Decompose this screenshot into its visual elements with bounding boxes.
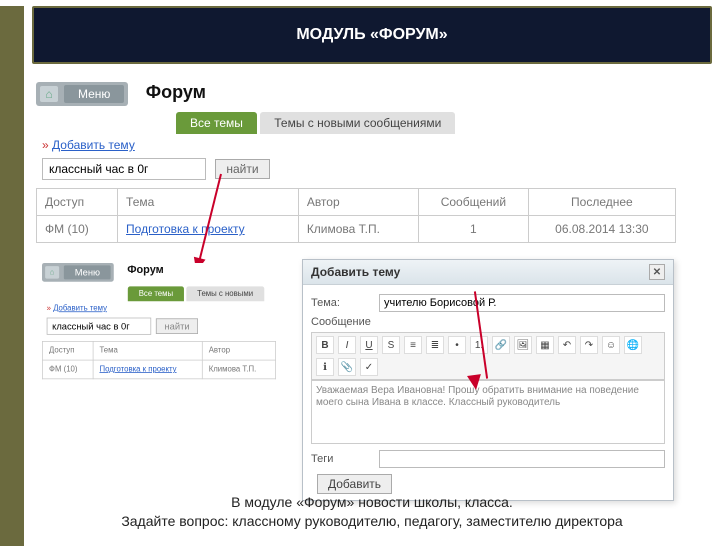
tab-all-topics[interactable]: Все темы (176, 112, 257, 134)
col-last: Последнее (528, 189, 675, 216)
page-title: Форум (146, 82, 206, 103)
tab-all-topics[interactable]: Все темы (128, 286, 184, 301)
col-access: Доступ (42, 341, 92, 360)
tags-field[interactable] (379, 450, 665, 468)
menu-label: Меню (64, 85, 124, 103)
add-topic-link[interactable]: Добавить тему (53, 304, 107, 313)
redo-icon[interactable]: ↷ (580, 336, 598, 354)
image-icon[interactable]: 🖼 (514, 336, 532, 354)
cell-last: 06.08.2014 13:30 (528, 216, 675, 243)
tags-field-label: Теги (311, 453, 373, 465)
annotation-arrowhead-icon (467, 374, 483, 391)
emoji-icon[interactable]: ☺ (602, 336, 620, 354)
add-topic-prefix: » (47, 304, 51, 313)
tab-new-messages[interactable]: Темы с новыми (186, 286, 264, 301)
help-icon[interactable]: ℹ (316, 358, 334, 376)
topics-table: Доступ Тема Автор Сообщений Последнее ФМ… (36, 188, 676, 243)
close-button[interactable]: ✕ (649, 264, 665, 280)
slide-header: МОДУЛЬ «ФОРУМ» (32, 6, 712, 64)
table-icon[interactable]: ▦ (536, 336, 554, 354)
bold-icon[interactable]: B (316, 336, 334, 354)
menu-button[interactable]: ⌂ Меню (36, 82, 128, 106)
message-editor[interactable]: Уважаемая Вера Ивановна! Прошу обратить … (311, 380, 665, 444)
strike-icon[interactable]: S (382, 336, 400, 354)
italic-icon[interactable]: I (338, 336, 356, 354)
col-author: Автор (298, 189, 418, 216)
cell-topic-link[interactable]: Подготовка к проекту (99, 365, 176, 374)
search-input[interactable] (47, 318, 152, 335)
attach-icon[interactable]: 📎 (338, 358, 356, 376)
table-header-row: Доступ Тема Автор Сообщений Последнее (37, 189, 676, 216)
topic-field-label: Тема: (311, 297, 373, 309)
add-topic-row: » Добавить тему (42, 138, 708, 152)
caption-line-2: Задайте вопрос: классному руководителю, … (24, 512, 720, 532)
cell-author: Климова Т.П. (298, 216, 418, 243)
numbered-list-icon[interactable]: 1. (470, 336, 488, 354)
topic-field[interactable] (379, 294, 665, 312)
cell-messages: 1 (419, 216, 529, 243)
underline-icon[interactable]: U (360, 336, 378, 354)
search-button[interactable]: найти (156, 318, 198, 334)
menu-button-small[interactable]: ⌂ Меню (42, 263, 114, 282)
editor-toolbar: B I U S ≡ ≣ • 1. 🔗 🖼 ▦ ↶ ↷ ☺ 🌐 ℹ 📎 (311, 332, 665, 380)
add-topic-link[interactable]: Добавить тему (52, 138, 135, 152)
message-field-label: Сообщение (311, 316, 665, 328)
add-topic-dialog: Добавить тему ✕ Тема: Сообщение B I U S … (302, 259, 674, 501)
home-icon: ⌂ (45, 266, 59, 278)
table-row[interactable]: ФМ (10) Подготовка к проекту Климова Т.П… (37, 216, 676, 243)
page-title: Форум (127, 263, 164, 275)
screenshot-add-topic: ⌂ Меню Форум Все темы Темы с новыми » До… (32, 257, 712, 437)
undo-icon[interactable]: ↶ (558, 336, 576, 354)
link-icon[interactable]: 🔗 (492, 336, 510, 354)
tab-new-messages[interactable]: Темы с новыми сообщениями (260, 112, 455, 134)
align-left-icon[interactable]: ≡ (404, 336, 422, 354)
cell-author: Климова Т.П. (202, 360, 276, 379)
cell-access: ФМ (10) (42, 360, 92, 379)
add-topic-prefix: » (42, 138, 49, 152)
list-icon[interactable]: • (448, 336, 466, 354)
slide-caption: В модуле «Форум» новости школы, класса. … (24, 493, 720, 532)
cell-access: ФМ (10) (37, 216, 118, 243)
col-access: Доступ (37, 189, 118, 216)
align-center-icon[interactable]: ≣ (426, 336, 444, 354)
screenshot-forum-list: ⌂ Меню Форум Все темы Темы с новыми сооб… (32, 78, 712, 247)
menu-label: Меню (64, 265, 111, 279)
home-icon: ⌂ (40, 86, 58, 102)
globe-icon[interactable]: 🌐 (624, 336, 642, 354)
submit-button[interactable]: Добавить (317, 474, 392, 494)
dialog-title: Добавить тему (311, 265, 400, 279)
col-topic: Тема (93, 341, 202, 360)
col-messages: Сообщений (419, 189, 529, 216)
caption-line-1: В модуле «Форум» новости школы, класса. (24, 493, 720, 513)
col-author: Автор (202, 341, 276, 360)
spellcheck-icon[interactable]: ✓ (360, 358, 378, 376)
